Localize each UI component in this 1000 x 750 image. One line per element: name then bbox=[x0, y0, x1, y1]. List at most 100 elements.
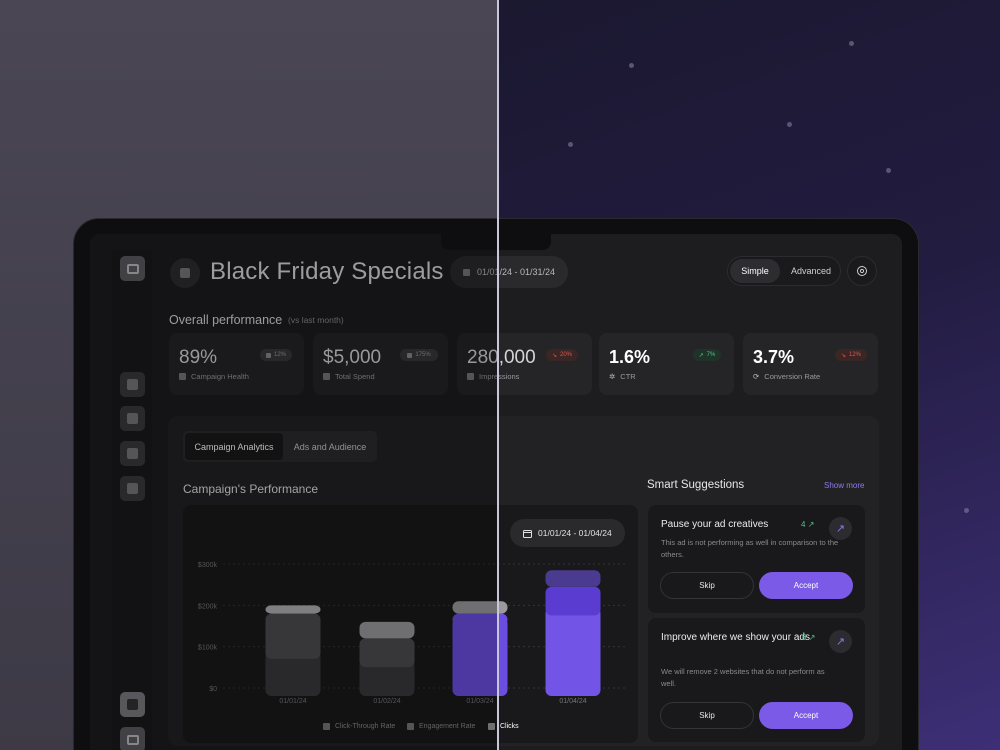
kpi-label-text: Impressions bbox=[479, 372, 520, 381]
trend-up-icon: ↗ bbox=[698, 352, 704, 359]
kpi-badge: 12% bbox=[260, 349, 292, 361]
split-divider-line bbox=[497, 0, 499, 750]
accept-button[interactable]: Accept bbox=[759, 572, 853, 599]
x-tick-label: 01/01/24 bbox=[279, 698, 306, 705]
skip-button[interactable]: Skip bbox=[660, 572, 754, 599]
bar-segment bbox=[265, 605, 321, 614]
skip-button[interactable]: Skip bbox=[660, 702, 754, 729]
image-icon bbox=[126, 734, 139, 745]
suggestion-title: Improve where we show your ads bbox=[661, 632, 810, 643]
legend-swatch bbox=[488, 723, 495, 730]
sidebar-settings-item[interactable] bbox=[120, 692, 145, 717]
legend-item: Click-Through Rate bbox=[323, 723, 395, 730]
mode-advanced-button[interactable]: Advanced bbox=[784, 259, 838, 283]
legend-swatch bbox=[323, 723, 330, 730]
bar-segment bbox=[545, 607, 601, 696]
mode-toggle: Simple Advanced bbox=[727, 256, 841, 286]
bar-segment bbox=[359, 621, 415, 639]
accept-button[interactable]: Accept bbox=[759, 702, 853, 729]
sidebar-logo[interactable] bbox=[120, 256, 145, 281]
campaign-performance-title: Campaign's Performance bbox=[183, 482, 319, 496]
trend-down-icon: ↘ bbox=[840, 352, 846, 359]
y-tick-label: $200k bbox=[198, 603, 218, 610]
smart-suggestions-title: Smart Suggestions bbox=[647, 479, 745, 491]
kpi-label: Campaign Health bbox=[179, 372, 249, 381]
bar-segment bbox=[545, 570, 601, 587]
kpi-badge: ↘ 12% bbox=[835, 349, 867, 361]
settings-button[interactable] bbox=[847, 256, 877, 286]
kpi-value: 280,000 bbox=[467, 347, 536, 368]
kpi-badge: 175% bbox=[400, 349, 438, 361]
kpi-badge: ↗ 7% bbox=[693, 349, 721, 361]
show-more-link[interactable]: Show more bbox=[824, 481, 864, 490]
kpi-card[interactable]: 89% 12% Campaign Health bbox=[169, 333, 304, 395]
suggestion-description: We will remove 2 websites that do not pe… bbox=[661, 667, 825, 688]
tab-campaign-analytics[interactable]: Campaign Analytics bbox=[185, 433, 283, 460]
arrow-up-right-icon: ↗ bbox=[835, 636, 846, 648]
nav-icon bbox=[127, 379, 138, 390]
suggestion-open-button[interactable]: ↗ bbox=[829, 630, 852, 653]
overall-performance-title: Overall performance bbox=[169, 313, 283, 327]
sidebar-nav-item[interactable] bbox=[120, 406, 145, 431]
kpi-card[interactable]: 1.6% ↗ 7% ✲ CTR bbox=[599, 333, 734, 395]
kpi-label: Total Spend bbox=[323, 372, 375, 381]
chart-date-filter[interactable]: 01/01/24 - 01/04/24 bbox=[510, 519, 625, 547]
nav-icon bbox=[127, 448, 138, 459]
campaign-icon bbox=[180, 268, 190, 278]
suggestion-description: This ad is not performing as well in com… bbox=[661, 538, 839, 559]
legend-label: Engagement Rate bbox=[419, 723, 476, 730]
bar-segment bbox=[545, 586, 601, 616]
bar-segment bbox=[452, 601, 508, 614]
kpi-card[interactable]: $5,000 175% Total Spend bbox=[313, 333, 448, 395]
trend-down-icon: ↘ bbox=[551, 352, 557, 359]
bar-segment bbox=[452, 617, 508, 696]
badge-icon bbox=[265, 352, 271, 358]
kpi-badge-text: 20% bbox=[560, 352, 573, 358]
tab-ads-and-audience[interactable]: Ads and Audience bbox=[285, 433, 375, 460]
kpi-badge: ↘ 20% bbox=[546, 349, 578, 361]
kpi-badge-text: 175% bbox=[415, 352, 431, 358]
calendar-icon bbox=[523, 529, 532, 538]
suggestion-count-text: 4 bbox=[801, 520, 806, 529]
trend-up-icon: ↗ bbox=[808, 633, 816, 642]
legend-swatch bbox=[407, 723, 414, 730]
sidebar-nav-item[interactable] bbox=[120, 372, 145, 397]
kpi-card[interactable]: 280,000 ↘ 20% Impressions bbox=[457, 333, 592, 395]
star bbox=[964, 508, 969, 513]
kpi-value: 1.6% bbox=[609, 347, 651, 367]
cursor-click-icon: ✲ bbox=[609, 372, 616, 381]
arrow-up-right-icon: ↗ bbox=[835, 523, 846, 535]
kpi-badge-text: 7% bbox=[706, 352, 716, 358]
star bbox=[886, 168, 891, 173]
kpi-label: ✲ CTR bbox=[609, 372, 636, 381]
kpi-label: ⟳ Conversion Rate bbox=[753, 372, 820, 381]
y-tick-label: $100k bbox=[198, 645, 218, 652]
trend-up-icon: ↗ bbox=[807, 520, 815, 529]
bar-segment bbox=[452, 613, 508, 626]
x-tick-label: 01/02/24 bbox=[373, 698, 400, 705]
legend-item: Clicks bbox=[488, 723, 519, 730]
mode-simple-button[interactable]: Simple bbox=[730, 259, 780, 283]
sidebar-nav-item[interactable] bbox=[120, 476, 145, 501]
star bbox=[629, 63, 634, 68]
y-tick-label: $300k bbox=[198, 562, 218, 569]
kpi-value: 3.7% bbox=[753, 347, 795, 367]
sidebar-nav-item[interactable] bbox=[120, 441, 145, 466]
camera-notch bbox=[441, 234, 551, 250]
kpi-label-text: CTR bbox=[620, 372, 636, 381]
health-icon bbox=[179, 373, 186, 380]
suggestion-title: Pause your ad creatives bbox=[661, 519, 769, 530]
date-range-picker[interactable]: 01/01/24 - 01/31/24 bbox=[450, 256, 568, 288]
suggestion-count: 6 ↗ bbox=[802, 633, 815, 642]
bar-segment bbox=[265, 613, 321, 659]
kpi-label: Impressions bbox=[467, 372, 519, 381]
kpi-label-text: Total Spend bbox=[335, 372, 375, 381]
legend-label: Click-Through Rate bbox=[335, 723, 396, 730]
star bbox=[849, 41, 854, 46]
date-range-label: 01/01/24 - 01/31/24 bbox=[477, 267, 556, 277]
sidebar-profile-item[interactable] bbox=[120, 727, 145, 750]
campaign-icon-chip bbox=[170, 258, 200, 288]
calendar-icon bbox=[463, 268, 470, 276]
kpi-card[interactable]: 3.7% ↘ 12% ⟳ Conversion Rate bbox=[743, 333, 878, 395]
star bbox=[568, 142, 573, 147]
